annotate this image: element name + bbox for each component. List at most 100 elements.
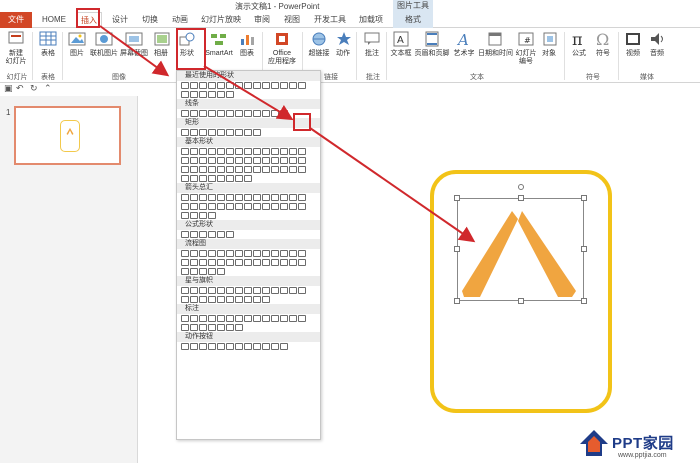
table-button[interactable]: 表格 <box>38 30 58 58</box>
comment-icon <box>362 30 382 48</box>
calendar-icon <box>485 30 505 48</box>
shape-row <box>177 90 320 99</box>
chart-icon <box>238 30 258 48</box>
album-button[interactable]: 相册 <box>152 30 170 58</box>
group-media-label: 媒体 <box>640 74 654 81</box>
slide-number: 1 <box>6 108 11 117</box>
tab-slideshow[interactable]: 幻灯片放映 <box>198 12 244 28</box>
audio-button[interactable]: 音频 <box>646 30 668 58</box>
section-stars-banners: 星与旗帜 <box>177 276 320 286</box>
shape-row <box>177 314 320 323</box>
resize-handle-nw[interactable] <box>454 195 460 201</box>
tab-transitions[interactable]: 切换 <box>138 12 162 28</box>
house-icon <box>580 430 608 456</box>
table-label: 表格 <box>41 50 55 57</box>
group-images-label: 图像 <box>112 74 126 81</box>
undo-icon[interactable]: ↶ <box>16 83 24 94</box>
window-title: 演示文稿1 - PowerPoint <box>235 2 320 11</box>
customize-icon[interactable]: ⌃ <box>44 83 52 94</box>
shape-row <box>177 147 320 156</box>
shape-row <box>177 295 320 304</box>
svg-text:Ω: Ω <box>596 30 609 48</box>
video-label: 视频 <box>626 50 640 57</box>
video-button[interactable]: 视频 <box>622 30 644 58</box>
quick-access-toolbar: ▣ ↶ ↻ ⌃ <box>0 83 700 96</box>
action-button[interactable]: 动作 <box>334 30 352 58</box>
shape-row <box>177 156 320 165</box>
svg-text:A: A <box>397 35 404 46</box>
rotate-handle[interactable] <box>518 184 524 190</box>
textbox-icon: A <box>391 30 411 48</box>
tab-file[interactable]: 文件 <box>0 12 32 28</box>
online-picture-button[interactable]: 联机图片 <box>90 30 118 58</box>
group-tables-label: 表格 <box>41 74 55 81</box>
chevron-shape[interactable] <box>460 209 578 299</box>
action-label: 动作 <box>336 50 350 57</box>
pi-icon: π <box>569 30 589 49</box>
datetime-button[interactable]: 日期和时间 <box>478 30 513 58</box>
tab-home[interactable]: HOME <box>38 12 70 28</box>
picture-button[interactable]: 图片 <box>66 30 88 58</box>
textbox-button[interactable]: A 文本框 <box>390 30 412 58</box>
chart-button[interactable]: 图表 <box>238 30 256 58</box>
svg-text:π: π <box>572 30 583 48</box>
save-icon[interactable]: ▣ <box>4 83 13 94</box>
new-slide-icon <box>6 30 26 48</box>
shape-row <box>177 202 320 211</box>
resize-handle-ne[interactable] <box>581 195 587 201</box>
thumbnail-arrow-icon <box>66 127 74 135</box>
online-picture-label: 联机图片 <box>90 50 118 57</box>
shape-row <box>177 174 320 183</box>
tab-design[interactable]: 设计 <box>108 12 132 28</box>
ribbon-tabs: 文件 HOME 插入 设计 切换 动画 幻灯片放映 审阅 视图 开发工具 加载项… <box>0 12 700 28</box>
album-label: 相册 <box>154 50 168 57</box>
tab-format[interactable]: 格式 <box>393 12 433 28</box>
wordart-icon: A <box>454 30 474 49</box>
slide-number-button[interactable]: # 幻灯片 编号 <box>514 30 538 66</box>
object-button[interactable]: 对象 <box>540 30 558 58</box>
tab-developer[interactable]: 开发工具 <box>312 12 348 28</box>
equation-button[interactable]: π 公式 <box>568 30 590 58</box>
shape-row <box>177 267 320 276</box>
slide-number-icon: # <box>516 30 536 48</box>
header-footer-button[interactable]: 页眉和页脚 <box>414 30 450 58</box>
symbol-button[interactable]: Ω 符号 <box>592 30 614 58</box>
shape-row <box>177 193 320 202</box>
new-slide-button[interactable]: 新建 幻灯片 <box>4 30 28 66</box>
resize-handle-n[interactable] <box>518 195 524 201</box>
header-footer-icon <box>422 30 442 48</box>
textbox-label: 文本框 <box>390 50 412 57</box>
logo-url: www.pptjia.com <box>618 452 667 459</box>
tab-addins[interactable]: 加载项 <box>354 12 388 28</box>
shape-row <box>177 211 320 220</box>
thumbnail-frame <box>60 120 80 152</box>
office-apps-label: Office 应用程序 <box>268 50 296 65</box>
office-apps-button[interactable]: Office 应用程序 <box>266 30 298 66</box>
film-icon <box>623 30 643 48</box>
screenshot-button[interactable]: 屏幕截图 <box>120 30 148 58</box>
resize-handle-se[interactable] <box>581 298 587 304</box>
datetime-label: 日期和时间 <box>478 50 513 57</box>
new-slide-label: 新建 幻灯片 <box>5 50 27 65</box>
tab-review[interactable]: 审阅 <box>250 12 274 28</box>
section-block-arrows: 箭头总汇 <box>177 183 320 193</box>
wordart-button[interactable]: A 艺术字 <box>452 30 476 58</box>
section-flowchart: 流程图 <box>177 239 320 249</box>
tab-animations[interactable]: 动画 <box>168 12 192 28</box>
highlight-insert-tab <box>76 8 100 28</box>
hyperlink-button[interactable]: 超链接 <box>306 30 332 58</box>
slide-thumbnail[interactable] <box>14 106 121 165</box>
picture-label: 图片 <box>70 50 84 57</box>
wordart-label: 艺术字 <box>453 50 475 57</box>
picture-icon <box>67 30 87 48</box>
group-symbols-label: 符号 <box>586 74 600 81</box>
smartart-label: SmartArt <box>205 50 233 57</box>
resize-handle-e[interactable] <box>581 246 587 252</box>
comment-button[interactable]: 批注 <box>362 30 382 58</box>
redo-icon[interactable]: ↻ <box>30 83 38 94</box>
smartart-button[interactable]: SmartArt <box>202 30 236 58</box>
tab-view[interactable]: 视图 <box>280 12 304 28</box>
speaker-icon <box>647 30 667 48</box>
slide-thumbnail-pane: 1 <box>0 96 138 463</box>
title-bar: 演示文稿1 - PowerPoint 图片工具 <box>0 0 700 12</box>
